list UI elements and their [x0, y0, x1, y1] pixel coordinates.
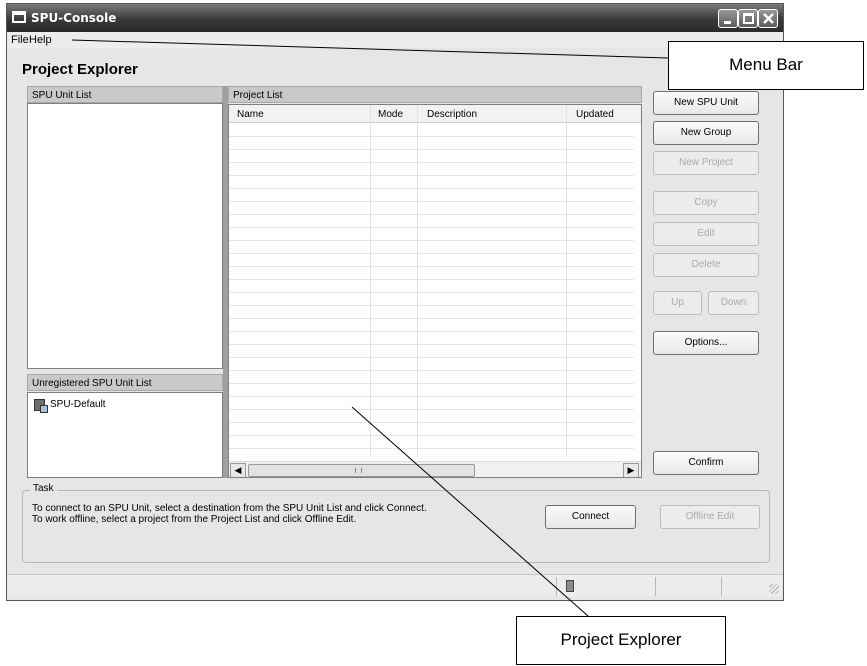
menu-bar-leader-line: [71, 39, 669, 59]
menu-bar-callout: Menu Bar: [668, 41, 864, 90]
callout-leader-lines: [71, 39, 669, 617]
project-explorer-leader-line: [351, 406, 589, 617]
project-explorer-callout: Project Explorer: [516, 616, 726, 665]
